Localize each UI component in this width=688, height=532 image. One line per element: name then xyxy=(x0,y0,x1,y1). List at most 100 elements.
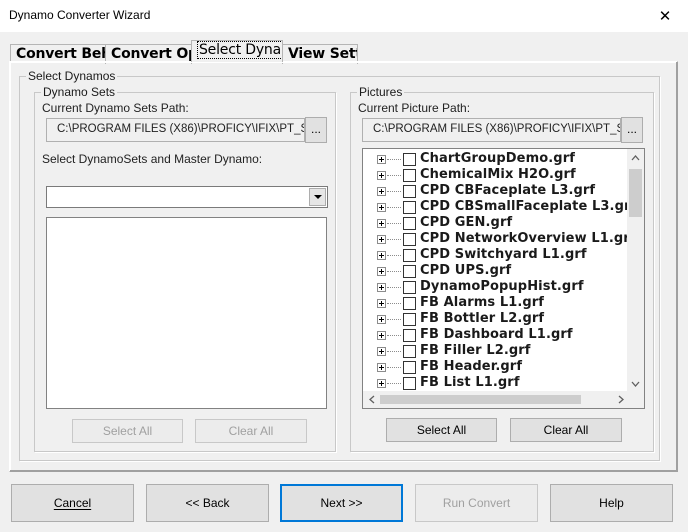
tree-connector xyxy=(387,287,401,288)
back-label: << Back xyxy=(185,496,230,510)
expand-icon[interactable] xyxy=(377,235,386,244)
pictures-tree[interactable]: ChartGroupDemo.grf ChemicalMix H2O.grf C… xyxy=(362,148,645,409)
tree-connector xyxy=(387,383,401,384)
run-convert-button[interactable]: Run Convert xyxy=(415,484,538,522)
expand-icon[interactable] xyxy=(377,219,386,228)
tree-item-label: CPD UPS.grf xyxy=(420,263,512,278)
expand-icon[interactable] xyxy=(377,347,386,356)
pictures-clear-all-button[interactable]: Clear All xyxy=(510,418,622,442)
tree-item-label: CPD GEN.grf xyxy=(420,215,513,230)
tree-item[interactable]: CPD Switchyard L1.grf xyxy=(363,247,629,263)
expand-icon[interactable] xyxy=(377,171,386,180)
tree-item[interactable]: ChemicalMix H2O.grf xyxy=(363,167,629,183)
item-checkbox[interactable] xyxy=(403,361,416,374)
picture-path-label: Current Picture Path: xyxy=(358,101,471,115)
dynamo-sets-path-label: Current Dynamo Sets Path: xyxy=(42,101,189,115)
scroll-down-icon[interactable] xyxy=(627,375,644,392)
back-button[interactable]: << Back xyxy=(146,484,269,522)
tree-item[interactable]: CPD GEN.grf xyxy=(363,215,629,231)
expand-icon[interactable] xyxy=(377,187,386,196)
expand-icon[interactable] xyxy=(377,251,386,260)
picture-path-field: C:\PROGRAM FILES (X86)\PROFICY\IFIX\PT_S… xyxy=(362,118,621,142)
expand-icon[interactable] xyxy=(377,203,386,212)
tree-connector xyxy=(387,207,401,208)
expand-icon[interactable] xyxy=(377,331,386,340)
tree-item[interactable]: FB Alarms L1.grf xyxy=(363,295,629,311)
pictures-select-all-button[interactable]: Select All xyxy=(386,418,497,442)
tree-item-label: CPD CBSmallFaceplate L3.grf xyxy=(420,199,637,214)
tab-label: Convert Beha xyxy=(16,46,105,62)
select-dynamosets-label: Select DynamoSets and Master Dynamo: xyxy=(42,152,263,166)
scroll-corner xyxy=(627,391,644,408)
scroll-left-icon[interactable] xyxy=(363,391,380,408)
expand-icon[interactable] xyxy=(377,315,386,324)
tree-item[interactable]: FB Dashboard L1.grf xyxy=(363,327,629,343)
tree-item[interactable]: CPD UPS.grf xyxy=(363,263,629,279)
vertical-scroll-thumb[interactable] xyxy=(629,169,642,217)
expand-icon[interactable] xyxy=(377,267,386,276)
tree-item[interactable]: FB Bottler L2.grf xyxy=(363,311,629,327)
cancel-label: Cancel xyxy=(53,496,92,510)
item-checkbox[interactable] xyxy=(403,169,416,182)
dynamo-sets-browse-button[interactable]: ... xyxy=(305,117,327,143)
scroll-up-icon[interactable] xyxy=(627,149,644,166)
dynamosets-listbox[interactable] xyxy=(46,217,327,409)
tab-select-dynamos[interactable]: Select Dynar xyxy=(191,40,283,62)
tree-connector xyxy=(387,351,401,352)
dynamo-select-all-button[interactable]: Select All xyxy=(72,419,183,443)
item-checkbox[interactable] xyxy=(403,297,416,310)
item-checkbox[interactable] xyxy=(403,217,416,230)
tree-item-label: FB List L1.grf xyxy=(420,375,520,390)
item-checkbox[interactable] xyxy=(403,249,416,262)
cancel-button[interactable]: Cancel xyxy=(11,484,134,522)
tree-item-label: CPD CBFaceplate L3.grf xyxy=(420,183,596,198)
expand-icon[interactable] xyxy=(377,299,386,308)
item-checkbox[interactable] xyxy=(403,281,416,294)
next-label: Next >> xyxy=(320,496,363,510)
tree-item[interactable]: FB Header.grf xyxy=(363,359,629,375)
next-button[interactable]: Next >> xyxy=(280,484,403,522)
select-dynamos-label: Select Dynamos xyxy=(26,69,118,83)
item-checkbox[interactable] xyxy=(403,345,416,358)
vertical-scrollbar[interactable] xyxy=(627,149,644,392)
horizontal-scrollbar[interactable] xyxy=(363,391,629,408)
expand-icon[interactable] xyxy=(377,283,386,292)
dynamo-sets-path-field: C:\PROGRAM FILES (X86)\PROFICY\IFIX\PT_S… xyxy=(46,118,305,142)
tree-item-label: FB Bottler L2.grf xyxy=(420,311,545,326)
item-checkbox[interactable] xyxy=(403,265,416,278)
tree-connector xyxy=(387,319,401,320)
picture-browse-button[interactable]: ... xyxy=(621,117,643,143)
tree-item-label: ChemicalMix H2O.grf xyxy=(420,167,576,182)
window-title: Dynamo Converter Wizard xyxy=(9,8,151,22)
item-checkbox[interactable] xyxy=(403,201,416,214)
expand-icon[interactable] xyxy=(377,363,386,372)
tree-item[interactable]: CPD CBFaceplate L3.grf xyxy=(363,183,629,199)
tree-item-label: FB Header.grf xyxy=(420,359,523,374)
chevron-down-icon xyxy=(313,194,322,199)
horizontal-scroll-thumb[interactable] xyxy=(380,395,581,404)
dynamosets-combo[interactable] xyxy=(46,186,328,208)
tree-item[interactable]: CPD NetworkOverview L1.grf xyxy=(363,231,635,247)
expand-icon[interactable] xyxy=(377,379,386,388)
expand-icon[interactable] xyxy=(377,155,386,164)
dropdown-arrow[interactable] xyxy=(309,188,326,206)
item-checkbox[interactable] xyxy=(403,329,416,342)
item-checkbox[interactable] xyxy=(403,313,416,326)
item-checkbox[interactable] xyxy=(403,185,416,198)
tree-item[interactable]: DynamoPopupHist.grf xyxy=(363,279,629,295)
item-checkbox[interactable] xyxy=(403,153,416,166)
dynamo-sets-label: Dynamo Sets xyxy=(41,85,118,99)
help-button[interactable]: Help xyxy=(550,484,673,522)
tree-item[interactable]: ChartGroupDemo.grf xyxy=(363,151,629,167)
tree-item[interactable]: FB List L1.grf xyxy=(363,375,629,391)
tree-item-label: CPD NetworkOverview L1.grf xyxy=(420,231,636,246)
tree-item[interactable]: FB Filler L2.grf xyxy=(363,343,629,359)
item-checkbox[interactable] xyxy=(403,233,416,246)
tree-connector xyxy=(387,223,401,224)
item-checkbox[interactable] xyxy=(403,377,416,390)
tree-item-label: ChartGroupDemo.grf xyxy=(420,151,575,166)
run-convert-label: Run Convert xyxy=(442,496,511,510)
close-button[interactable]: ✕ xyxy=(642,0,688,32)
dynamo-clear-all-button[interactable]: Clear All xyxy=(195,419,307,443)
tree-item[interactable]: CPD CBSmallFaceplate L3.grf xyxy=(363,199,636,215)
